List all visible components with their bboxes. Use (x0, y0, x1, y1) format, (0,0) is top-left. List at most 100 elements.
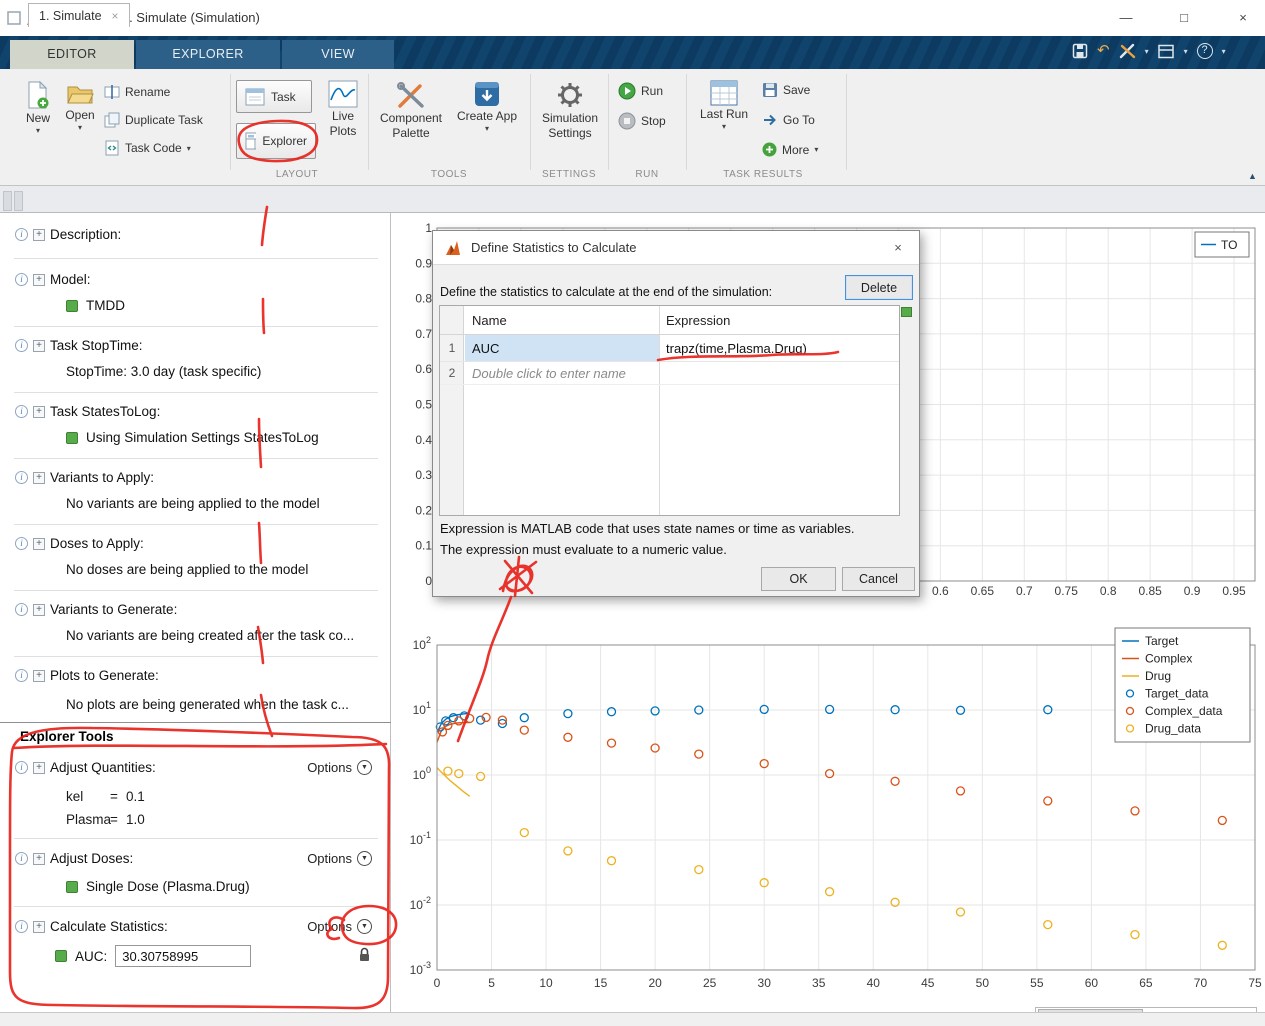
expander-icon[interactable]: + (33, 406, 45, 418)
tab-view[interactable]: VIEW (282, 40, 394, 69)
expander-icon[interactable]: + (33, 853, 45, 865)
section-doses-to-apply: i + Doses to Apply: (0, 536, 390, 554)
adjust-quantities-options[interactable]: Options ▼ (307, 760, 372, 775)
stop-button[interactable]: Stop (618, 112, 666, 130)
run-button[interactable]: Run (618, 82, 663, 100)
layout-task-button[interactable]: Task (236, 80, 312, 113)
expander-icon[interactable]: + (33, 472, 45, 484)
table-row[interactable]: 1 AUC trapz(time,Plasma.Drug) (440, 335, 899, 362)
expander-icon[interactable]: + (33, 921, 45, 933)
simulation-settings-button[interactable]: Simulation Settings (534, 80, 606, 140)
variants-apply-value: No variants are being applied to the mod… (66, 496, 320, 511)
panel-strip[interactable] (3, 191, 12, 211)
info-icon[interactable]: i (15, 471, 28, 484)
create-app-button[interactable]: Create App ▾ (452, 80, 522, 132)
quantity-value[interactable]: 0.1 (126, 789, 145, 804)
ok-button[interactable]: OK (761, 567, 836, 591)
new-task-button[interactable]: New ▾ (18, 80, 58, 134)
minimize-button[interactable]: — (1117, 9, 1135, 27)
stoptime-value[interactable]: StopTime: 3.0 day (task specific) (66, 364, 261, 379)
info-icon[interactable]: i (15, 761, 28, 774)
table-row[interactable]: 2 Double click to enter name (440, 362, 899, 385)
open-task-button[interactable]: Open ▾ (60, 80, 100, 131)
layout-window-icon[interactable] (1158, 44, 1175, 59)
expander-icon[interactable]: + (33, 538, 45, 550)
dialog-title: Define Statistics to Calculate (471, 240, 636, 255)
info-icon[interactable]: i (15, 339, 28, 352)
component-palette-button[interactable]: Component Palette (374, 80, 448, 140)
info-icon[interactable]: i (15, 405, 28, 418)
info-icon[interactable]: i (15, 537, 28, 550)
expander-icon[interactable]: + (33, 229, 45, 241)
chevron-down-icon: ▾ (485, 125, 489, 132)
info-icon[interactable]: i (15, 603, 28, 616)
info-icon[interactable]: i (15, 273, 28, 286)
statestolog-value[interactable]: Using Simulation Settings StatesToLog (66, 430, 319, 445)
simulation-settings-label-2: Settings (548, 127, 591, 140)
svg-text:55: 55 (1030, 976, 1044, 990)
delete-button[interactable]: Delete (845, 275, 913, 300)
svg-text:0.4: 0.4 (415, 433, 432, 447)
svg-text:10-3: 10-3 (410, 960, 431, 977)
close-icon[interactable]: × (889, 239, 907, 257)
save-icon (762, 82, 778, 98)
tab-editor[interactable]: EDITOR (10, 40, 134, 69)
duplicate-task-button[interactable]: Duplicate Task (104, 112, 203, 128)
live-plots-button[interactable]: Live Plots (320, 80, 366, 138)
last-run-button[interactable]: Last Run ▾ (696, 80, 752, 130)
tab-1-simulate[interactable]: 1. Simulate × (28, 3, 130, 27)
panel-strip[interactable] (14, 191, 23, 211)
help-icon[interactable]: ? (1197, 43, 1213, 59)
model-name: TMDD (86, 298, 125, 313)
adjust-doses-options[interactable]: Options ▼ (307, 851, 372, 866)
tools-icon[interactable] (1119, 43, 1136, 59)
info-icon[interactable]: i (15, 852, 28, 865)
chevron-down-icon: ▾ (722, 123, 726, 130)
calculate-statistics-options[interactable]: Options ▼ (307, 919, 372, 934)
chevron-down-icon[interactable]: ▾ (1184, 47, 1188, 56)
quantity-row-kel[interactable]: kel = 0.1 (66, 789, 145, 804)
single-dose-value[interactable]: Single Dose (Plasma.Drug) (66, 879, 250, 894)
chevron-down-icon: ▾ (814, 146, 818, 153)
dialog-titlebar: Define Statistics to Calculate × (433, 231, 919, 265)
section-title: Adjust Quantities: (50, 760, 156, 775)
new-statistic-placeholder[interactable]: Double click to enter name (472, 362, 626, 384)
live-plots-icon (328, 80, 358, 108)
cancel-button[interactable]: Cancel (842, 567, 915, 591)
close-button[interactable]: × (1234, 9, 1252, 27)
layout-explorer-button[interactable]: Explorer (236, 123, 316, 159)
goto-button[interactable]: Go To (762, 112, 815, 128)
layout-explorer-label: Explorer (262, 134, 307, 148)
rename-button[interactable]: Rename (104, 84, 170, 100)
name-column-header[interactable]: Name (472, 313, 507, 328)
tab-explorer[interactable]: EXPLORER (136, 40, 280, 69)
save-icon[interactable] (1072, 43, 1088, 59)
window-icon (7, 11, 21, 25)
chevron-down-icon[interactable]: ▾ (1145, 47, 1149, 56)
chevron-down-icon[interactable]: ▾ (1222, 47, 1226, 56)
undo-icon[interactable]: ↶ (1097, 44, 1110, 58)
quantity-value[interactable]: 1.0 (126, 812, 145, 827)
maximize-button[interactable]: □ (1175, 9, 1193, 27)
save-results-button[interactable]: Save (762, 82, 810, 98)
expander-icon[interactable]: + (33, 670, 45, 682)
info-icon[interactable]: i (15, 669, 28, 682)
statistic-name-cell[interactable]: AUC (465, 335, 659, 361)
expander-icon[interactable]: + (33, 274, 45, 286)
expander-icon[interactable]: + (33, 340, 45, 352)
statistic-expression-cell[interactable]: trapz(time,Plasma.Drug) (666, 335, 807, 361)
task-code-button[interactable]: Task Code ▾ (104, 140, 191, 156)
collapse-ribbon-icon[interactable]: ▲ (1248, 171, 1257, 181)
expression-column-header[interactable]: Expression (666, 313, 730, 328)
close-icon[interactable]: × (112, 9, 119, 23)
svg-text:45: 45 (921, 976, 935, 990)
model-value[interactable]: TMDD (66, 298, 125, 313)
auc-value-input[interactable] (115, 945, 251, 967)
info-icon[interactable]: i (15, 228, 28, 241)
more-button[interactable]: More ▾ (762, 142, 818, 157)
expander-icon[interactable]: + (33, 604, 45, 616)
info-icon[interactable]: i (15, 920, 28, 933)
quantity-row-plasma[interactable]: Plasma = 1.0 (66, 812, 145, 827)
expander-icon[interactable]: + (33, 762, 45, 774)
lock-icon (358, 947, 371, 962)
